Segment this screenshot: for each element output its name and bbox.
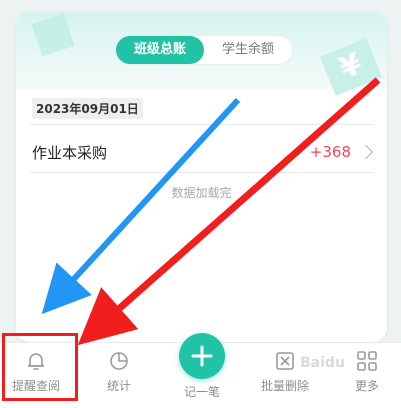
- blue-arrow: [41, 97, 241, 315]
- watermark: Baidu: [300, 355, 345, 371]
- highlight-box: [2, 333, 78, 401]
